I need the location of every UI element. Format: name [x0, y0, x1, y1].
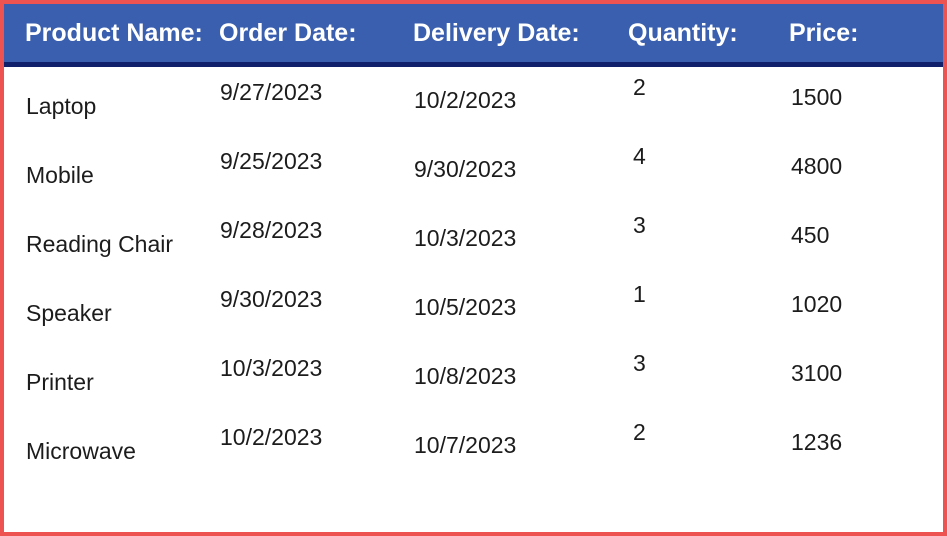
cell-price: 1020 [791, 291, 843, 317]
cell-price: 4800 [791, 153, 843, 179]
cell-price: 450 [791, 222, 830, 248]
cell-price: 1236 [791, 429, 843, 455]
cell-order-date: 9/25/2023 [220, 148, 323, 174]
order-table: Product Name: Order Date: Delivery Date:… [0, 0, 947, 536]
cell-order-date: 9/30/2023 [220, 286, 323, 312]
column-header-product-name: Product Name: [25, 19, 203, 47]
table-row: Microwave 10/2/2023 10/7/2023 2 1236 [4, 412, 943, 481]
table-row: Speaker 9/30/2023 10/5/2023 1 1020 [4, 274, 943, 343]
table-row: Laptop 9/27/2023 10/2/2023 2 1500 [4, 67, 943, 136]
table-header-row: Product Name: Order Date: Delivery Date:… [4, 4, 943, 67]
cell-quantity: 3 [633, 212, 646, 238]
column-header-quantity: Quantity: [628, 19, 738, 47]
cell-product-name: Reading Chair [26, 231, 174, 257]
cell-order-date: 9/27/2023 [220, 79, 323, 105]
cell-quantity: 2 [633, 419, 646, 445]
cell-quantity: 4 [633, 143, 646, 169]
cell-order-date: 9/28/2023 [220, 217, 323, 243]
cell-product-name: Microwave [26, 438, 136, 464]
column-header-price: Price: [789, 19, 859, 47]
cell-delivery-date: 10/3/2023 [414, 225, 517, 251]
cell-order-date: 10/2/2023 [220, 424, 323, 450]
cell-price: 3100 [791, 360, 843, 386]
cell-product-name: Laptop [26, 93, 97, 119]
table-body: Laptop 9/27/2023 10/2/2023 2 1500 Mobile… [4, 67, 943, 480]
cell-product-name: Speaker [26, 300, 112, 326]
column-header-delivery-date: Delivery Date: [413, 19, 580, 47]
cell-delivery-date: 9/30/2023 [414, 156, 517, 182]
cell-product-name: Printer [26, 369, 94, 395]
cell-delivery-date: 10/8/2023 [414, 363, 517, 389]
cell-order-date: 10/3/2023 [220, 355, 323, 381]
cell-delivery-date: 10/2/2023 [414, 87, 517, 113]
cell-delivery-date: 10/5/2023 [414, 294, 517, 320]
cell-quantity: 1 [633, 281, 646, 307]
cell-delivery-date: 10/7/2023 [414, 432, 517, 458]
cell-price: 1500 [791, 84, 843, 110]
cell-quantity: 3 [633, 350, 646, 376]
table-row: Mobile 9/25/2023 9/30/2023 4 4800 [4, 136, 943, 205]
cell-product-name: Mobile [26, 162, 94, 188]
table-row: Reading Chair 9/28/2023 10/3/2023 3 450 [4, 205, 943, 274]
table-row: Printer 10/3/2023 10/8/2023 3 3100 [4, 343, 943, 412]
column-header-order-date: Order Date: [219, 19, 357, 47]
cell-quantity: 2 [633, 74, 646, 100]
